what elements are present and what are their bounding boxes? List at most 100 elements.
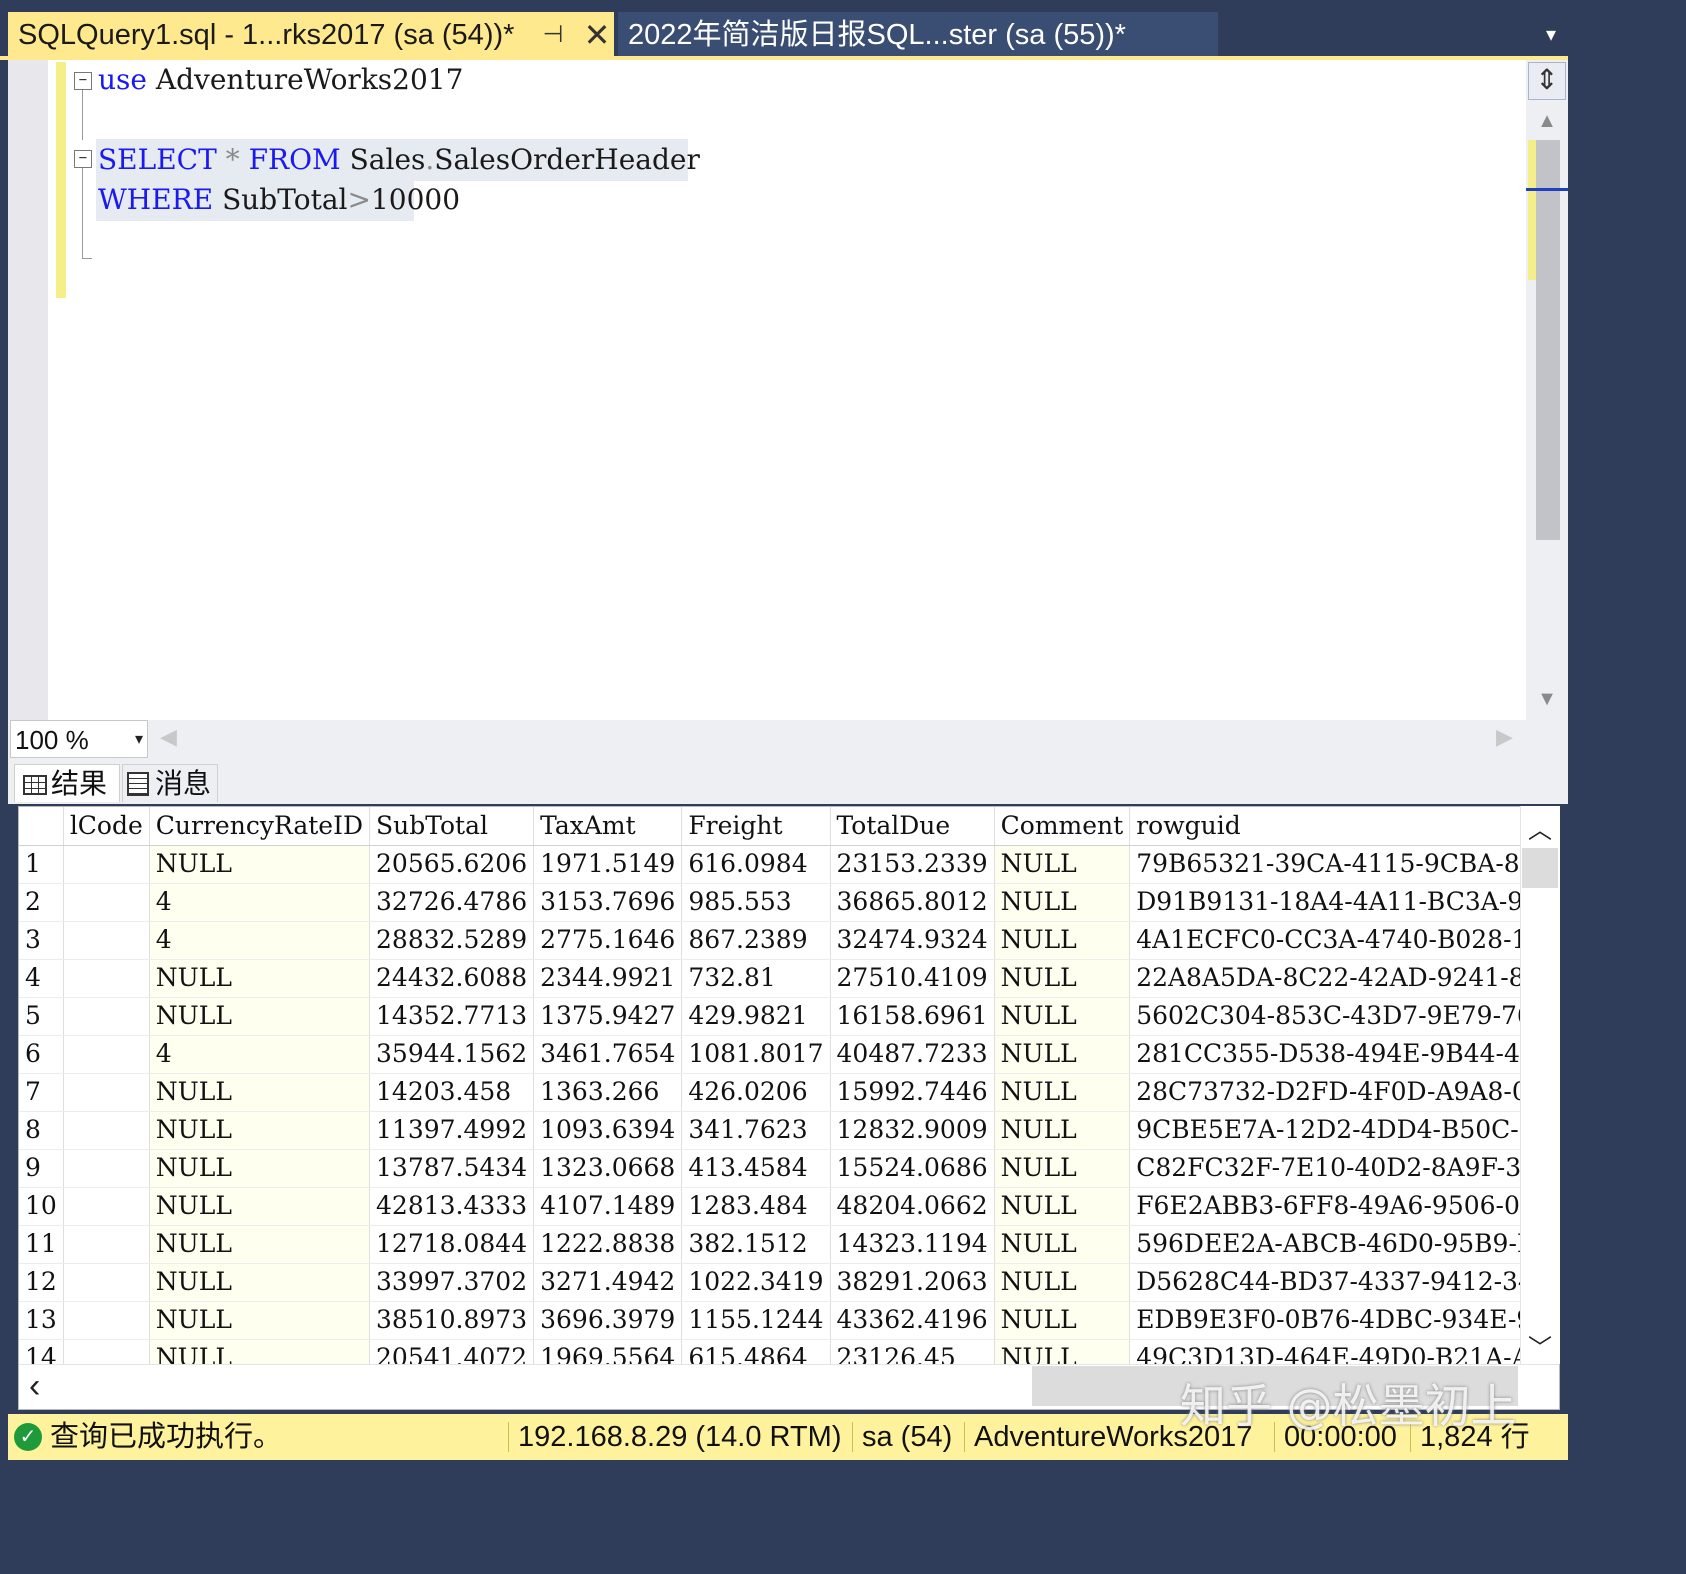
cell-row-number[interactable]: 12 [19,1263,64,1302]
table-row[interactable]: 3 4 28832.5289 2775.1646 867.2389 32474.9324 N… [19,921,1559,960]
cell-freight[interactable]: 867.2389 [681,921,831,960]
cell-currencyrateid[interactable]: NULL [149,959,371,998]
cell-totaldue[interactable]: 43362.4196 [830,1301,995,1340]
cell-freight[interactable]: 429.9821 [681,997,831,1036]
cell-row-number[interactable]: 11 [19,1225,64,1264]
cell-rowguid[interactable]: 79B65321-39CA-4115-9CBA-8FE [1129,845,1559,884]
tab-daily-report[interactable]: 2022年简洁版日报SQL...ster (sa (55))* [618,12,1218,58]
cell-taxamt[interactable]: 4107.1489 [533,1187,683,1226]
cell-taxamt[interactable]: 1323.0668 [533,1149,683,1188]
cell-lcode[interactable] [63,959,150,998]
tab-list-dropdown-icon[interactable]: ▾ [1536,22,1566,52]
cell-row-number[interactable]: 7 [19,1073,64,1112]
column-header-freight[interactable]: Freight [681,807,831,846]
cell-lcode[interactable] [63,1035,150,1074]
cell-rowguid[interactable]: D91B9131-18A4-4A11-BC3A-90B [1129,883,1559,922]
column-header-taxamt[interactable]: TaxAmt [533,807,683,846]
cell-comment[interactable]: NULL [994,845,1131,884]
results-grid[interactable]: lCode CurrencyRateID SubTotal TaxAmt Fre… [18,806,1560,1410]
cell-subtotal[interactable]: 42813.4333 [369,1187,535,1226]
table-row[interactable]: 13 NULL 38510.8973 3696.3979 1155.1244 43362.… [19,1301,1559,1340]
cell-taxamt[interactable]: 2775.1646 [533,921,683,960]
cell-lcode[interactable] [63,1187,150,1226]
table-row[interactable]: 5 NULL 14352.7713 1375.9427 429.9821 16158.69… [19,997,1559,1036]
cell-freight[interactable]: 616.0984 [681,845,831,884]
cell-rowguid[interactable]: EDB9E3F0-0B76-4DBC-934E-9DA [1129,1301,1559,1340]
cell-comment[interactable]: NULL [994,1263,1131,1302]
collapse-select-icon[interactable]: − [74,150,92,168]
cell-currencyrateid[interactable]: NULL [149,1187,371,1226]
cell-lcode[interactable] [63,1301,150,1340]
cell-row-number[interactable]: 2 [19,883,64,922]
cell-rowguid[interactable]: F6E2ABB3-6FF8-49A6-9506-0B0 [1129,1187,1559,1226]
table-row[interactable]: 4 NULL 24432.6088 2344.9921 732.81 27510.4109… [19,959,1559,998]
cell-taxamt[interactable]: 1222.8838 [533,1225,683,1264]
cell-row-number[interactable]: 8 [19,1111,64,1150]
cell-rowguid[interactable]: 5602C304-853C-43D7-9E79-76E [1129,997,1559,1036]
scroll-up-arrow-icon[interactable]: ▲ [1528,110,1566,133]
cell-taxamt[interactable]: 1093.6394 [533,1111,683,1150]
cell-currencyrateid[interactable]: NULL [149,1301,371,1340]
cell-rowguid[interactable]: 4A1ECFC0-CC3A-4740-B028-1C5 [1129,921,1559,960]
cell-comment[interactable]: NULL [994,1225,1131,1264]
cell-subtotal[interactable]: 24432.6088 [369,959,535,998]
cell-subtotal[interactable]: 32726.4786 [369,883,535,922]
table-row[interactable]: 7 NULL 14203.458 1363.266 426.0206 15992.7446… [19,1073,1559,1112]
cell-currencyrateid[interactable]: 4 [149,921,371,960]
cell-lcode[interactable] [63,1111,150,1150]
cell-rowguid[interactable]: 9CBE5E7A-12D2-4DD4-B50C-1FF [1129,1111,1559,1150]
table-row[interactable]: 9 NULL 13787.5434 1323.0668 413.4584 15524.06… [19,1149,1559,1188]
grid-vertical-scrollbar[interactable]: ︿ ﹀ [1520,806,1560,1364]
cell-totaldue[interactable]: 23153.2339 [830,845,995,884]
cell-row-number[interactable]: 10 [19,1187,64,1226]
cell-rowguid[interactable]: C82FC32F-7E10-40D2-8A9F-3D9 [1129,1149,1559,1188]
cell-currencyrateid[interactable]: 4 [149,1035,371,1074]
cell-comment[interactable]: NULL [994,921,1131,960]
cell-row-number[interactable]: 5 [19,997,64,1036]
grid-scroll-thumb[interactable] [1522,848,1558,888]
cell-freight[interactable]: 985.553 [681,883,831,922]
cell-totaldue[interactable]: 32474.9324 [830,921,995,960]
table-row[interactable]: 1 NULL 20565.6206 1971.5149 616.0984 23153.23… [19,845,1559,884]
cell-subtotal[interactable]: 14203.458 [369,1073,535,1112]
chevron-down-icon[interactable]: ▾ [135,721,143,759]
cell-rowguid[interactable]: D5628C44-BD37-4337-9412-340 [1129,1263,1559,1302]
cell-freight[interactable]: 732.81 [681,959,831,998]
cell-subtotal[interactable]: 20565.6206 [369,845,535,884]
cell-row-number[interactable]: 4 [19,959,64,998]
cell-totaldue[interactable]: 48204.0662 [830,1187,995,1226]
cell-freight[interactable]: 382.1512 [681,1225,831,1264]
column-header-lcode[interactable]: lCode [63,807,150,846]
code-line-use[interactable]: use AdventureWorks2017 [98,60,463,100]
cell-lcode[interactable] [63,1263,150,1302]
cell-taxamt[interactable]: 3153.7696 [533,883,683,922]
cell-subtotal[interactable]: 35944.1562 [369,1035,535,1074]
scroll-right-arrow-icon[interactable]: ▶ [1496,724,1513,750]
cell-comment[interactable]: NULL [994,1187,1131,1226]
cell-totaldue[interactable]: 38291.2063 [830,1263,995,1302]
cell-subtotal[interactable]: 12718.0844 [369,1225,535,1264]
cell-rowguid[interactable]: 596DEE2A-ABCB-46D0-95B9-E5A [1129,1225,1559,1264]
cell-rowguid[interactable]: 22A8A5DA-8C22-42AD-9241-839 [1129,959,1559,998]
cell-totaldue[interactable]: 15524.0686 [830,1149,995,1188]
cell-row-number[interactable]: 3 [19,921,64,960]
cell-freight[interactable]: 1022.3419 [681,1263,831,1302]
cell-lcode[interactable] [63,1073,150,1112]
cell-lcode[interactable] [63,845,150,884]
zoom-select[interactable]: 100 % ▾ [10,720,148,758]
cell-row-number[interactable]: 13 [19,1301,64,1340]
cell-freight[interactable]: 1081.8017 [681,1035,831,1074]
column-header-subtotal[interactable]: SubTotal [369,807,535,846]
cell-comment[interactable]: NULL [994,1073,1131,1112]
cell-row-number[interactable]: 1 [19,845,64,884]
cell-comment[interactable]: NULL [994,1301,1131,1340]
cell-comment[interactable]: NULL [994,1149,1131,1188]
cell-lcode[interactable] [63,1149,150,1188]
cell-taxamt[interactable]: 3461.7654 [533,1035,683,1074]
cell-lcode[interactable] [63,1225,150,1264]
grid-scroll-down-icon[interactable]: ﹀ [1521,1328,1559,1363]
cell-comment[interactable]: NULL [994,1035,1131,1074]
cell-subtotal[interactable]: 14352.7713 [369,997,535,1036]
cell-totaldue[interactable]: 40487.7233 [830,1035,995,1074]
cell-comment[interactable]: NULL [994,1111,1131,1150]
